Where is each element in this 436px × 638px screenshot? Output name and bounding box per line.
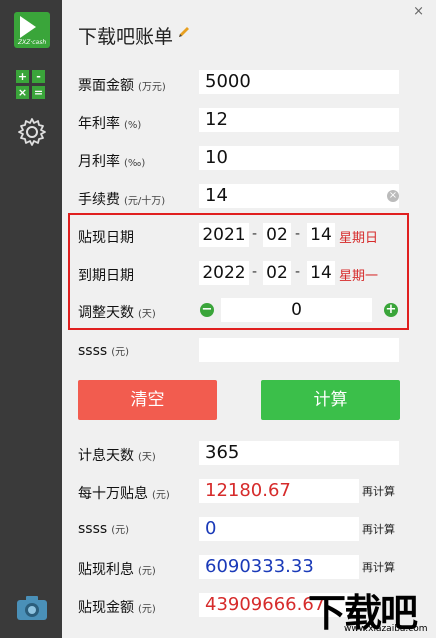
watermark-url: www.xiazaiba.com — [344, 624, 428, 634]
face-amount-input[interactable]: 5000 — [199, 70, 399, 94]
recalc-link[interactable]: 再计算 — [362, 521, 395, 537]
interest-days-value: 365 — [199, 441, 399, 465]
ssss-result-label: ssss (元) — [78, 521, 129, 537]
app-logo: ZXZ·cash — [14, 12, 50, 48]
calculate-button[interactable]: 计算 — [261, 380, 400, 420]
ssss-input[interactable] — [199, 338, 399, 362]
face-amount-label: 票面金额 (万元) — [78, 78, 166, 94]
monthly-rate-input[interactable]: 10 — [199, 146, 399, 170]
recalc-link[interactable]: 再计算 — [362, 483, 395, 499]
monthly-rate-label: 月利率 (‰) — [78, 154, 146, 170]
window-title: 下载吧账单 — [78, 26, 174, 48]
fee-label: 手续费 (元/十万) — [78, 192, 166, 208]
per-100k-label: 每十万贴息 (元) — [78, 486, 170, 502]
main-panel: × 下载吧账单 票面金额 (万元) 5000 年利率 (%) 12 月利率 (‰) 1… — [62, 0, 436, 638]
discount-interest-value: 6090333.33 — [199, 555, 359, 579]
watermark-logo: 下载吧 www.xiazaiba.com — [308, 582, 436, 638]
calculator-icon[interactable]: + - × = — [16, 70, 46, 100]
clear-button[interactable]: 清空 — [78, 380, 217, 420]
edit-pencil-icon[interactable] — [176, 24, 192, 40]
discount-amount-label: 贴现金额 (元) — [78, 600, 156, 616]
interest-days-label: 计息天数 (天) — [78, 448, 156, 464]
sidebar: ZXZ·cash + - × = — [0, 0, 62, 638]
recalc-link[interactable]: 再计算 — [362, 559, 395, 575]
clear-field-icon[interactable]: × — [387, 190, 399, 202]
annual-rate-input[interactable]: 12 — [199, 108, 399, 132]
annual-rate-label: 年利率 (%) — [78, 116, 142, 132]
ssss-result-value: 0 — [199, 517, 359, 541]
fee-input[interactable]: 14 — [199, 184, 399, 208]
camera-icon[interactable] — [16, 595, 48, 621]
ssss-label: ssss (元) — [78, 343, 129, 359]
per-100k-value: 12180.67 — [199, 479, 359, 503]
gear-icon[interactable] — [17, 117, 47, 147]
highlight-frame — [68, 213, 409, 330]
close-button[interactable]: × — [413, 4, 424, 19]
logo-text: ZXZ·cash — [18, 39, 47, 46]
discount-interest-label: 贴现利息 (元) — [78, 562, 156, 578]
